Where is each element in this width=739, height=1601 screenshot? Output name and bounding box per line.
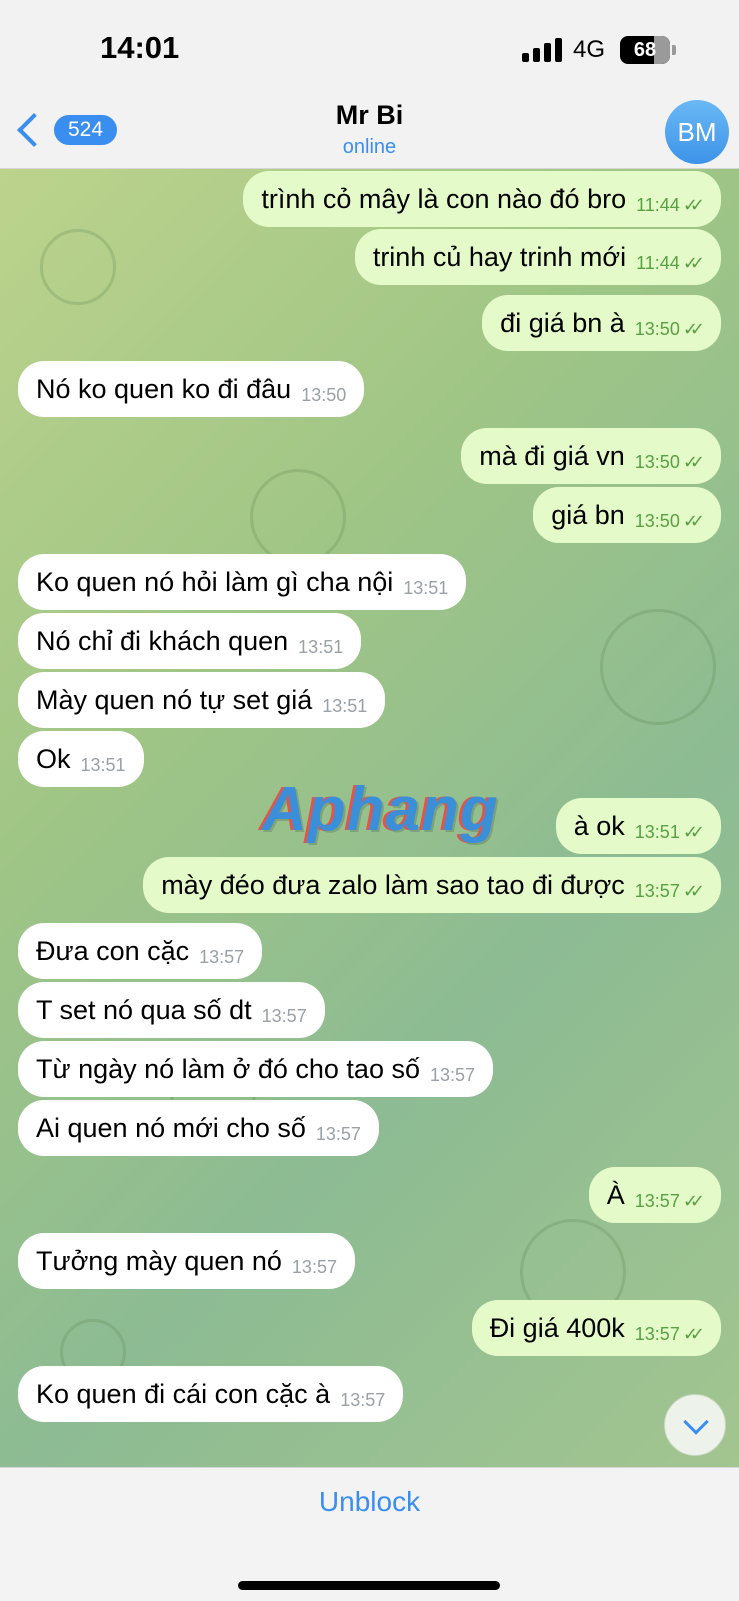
incoming-message[interactable]: Đưa con cặc 13:57 <box>18 923 263 979</box>
message-time: 13:51 <box>322 695 368 716</box>
message-time: 13:51 <box>298 636 344 657</box>
outgoing-message[interactable]: giá bn 13:50 ✓✓ <box>533 487 721 543</box>
chat-area[interactable]: Aphang trình cỏ mây là con nào đó bro 11:… <box>0 169 739 1467</box>
message-text: À <box>606 1179 625 1210</box>
message-time: 13:57 <box>199 946 245 967</box>
read-checkmarks-icon: ✓✓ <box>682 1323 705 1344</box>
read-checkmarks-icon: ✓✓ <box>682 194 705 215</box>
incoming-message[interactable]: Nó ko quen ko đi đâu 13:50 <box>18 361 365 417</box>
incoming-message[interactable]: Từ ngày nó làm ở đó cho tao số 13:57 <box>18 1041 494 1097</box>
outgoing-message[interactable]: trình cỏ mây là con nào đó bro 11:44 ✓✓ <box>243 171 721 227</box>
incoming-message[interactable]: Ai quen nó mới cho số 13:57 <box>18 1100 379 1156</box>
message-text: trình cỏ mây là con nào đó bro <box>261 183 627 214</box>
message-text: Từ ngày nó làm ở đó cho tao số <box>36 1053 420 1084</box>
read-checkmarks-icon: ✓✓ <box>682 821 705 842</box>
status-time: 14:01 <box>100 30 180 65</box>
battery-level: 68 <box>633 39 657 61</box>
read-checkmarks-icon: ✓✓ <box>682 451 705 472</box>
message-text: giá bn <box>551 499 625 530</box>
message-time: 13:57 <box>315 1123 361 1144</box>
read-checkmarks-icon: ✓✓ <box>682 880 705 901</box>
chat-title[interactable]: Mr Bi <box>0 100 739 131</box>
top-bar: 14:01 4G 68 524 Mr Bi online BM <box>0 0 739 169</box>
watermark-logo: Aphang <box>262 775 499 844</box>
message-text: Đi giá 400k <box>489 1312 625 1343</box>
message-time: 13:51 <box>403 577 449 598</box>
home-indicator <box>238 1581 500 1590</box>
read-checkmarks-icon: ✓✓ <box>682 1190 705 1211</box>
incoming-message[interactable]: Nó chỉ đi khách quen 13:51 <box>18 613 362 669</box>
incoming-message[interactable]: Ok 13:51 <box>18 731 144 787</box>
message-time: 13:57 <box>261 1005 307 1026</box>
incoming-message[interactable]: Mày quen nó tự set giá 13:51 <box>18 672 386 728</box>
incoming-message[interactable]: T set nó qua số dt 13:57 <box>18 982 325 1038</box>
read-checkmarks-icon: ✓✓ <box>682 510 705 531</box>
incoming-message[interactable]: Ko quen đi cái con cặc à 13:57 <box>18 1366 404 1422</box>
outgoing-message[interactable]: đi giá bn à 13:50 ✓✓ <box>482 295 721 351</box>
message-time: 13:51 <box>80 754 126 775</box>
message-text: Nó ko quen ko đi đâu <box>36 373 292 404</box>
message-text: mà đi giá vn <box>479 440 625 471</box>
outgoing-message[interactable]: à ok 13:51 ✓✓ <box>555 798 721 854</box>
message-time: 13:57 <box>291 1256 337 1277</box>
message-time: 13:57 <box>340 1389 386 1410</box>
background-doodle <box>40 229 116 305</box>
bottom-bar: Unblock <box>0 1467 739 1601</box>
message-text: đi giá bn à <box>500 307 625 338</box>
message-text: Đưa con cặc <box>36 935 190 966</box>
message-time: 13:50 <box>634 318 680 339</box>
message-time: 13:50 <box>301 384 347 405</box>
message-time: 13:51 <box>634 821 680 842</box>
chat-status: online <box>342 136 397 158</box>
message-time: 13:57 <box>634 1190 680 1211</box>
message-text: Mày quen nó tự set giá <box>36 684 313 715</box>
message-time: 11:44 <box>636 194 680 215</box>
message-time: 13:57 <box>634 1323 680 1344</box>
outgoing-message[interactable]: mày đéo đưa zalo làm sao tao đi được 13:5… <box>143 857 721 913</box>
outgoing-message[interactable]: mà đi giá vn 13:50 ✓✓ <box>461 428 721 484</box>
message-time: 13:50 <box>634 510 680 531</box>
background-doodle <box>600 609 716 725</box>
battery-icon: 68 <box>620 36 670 64</box>
message-text: Ai quen nó mới cho số <box>36 1112 306 1143</box>
outgoing-message[interactable]: trinh củ hay trinh mới 11:44 ✓✓ <box>354 229 721 285</box>
message-text: à ok <box>573 810 625 841</box>
incoming-message[interactable]: Tưởng mày quen nó 13:57 <box>18 1233 355 1289</box>
message-text: Nó chỉ đi khách quen <box>36 625 289 656</box>
message-text: Ko quen nó hỏi làm gì cha nội <box>36 566 394 597</box>
network-type: 4G <box>573 36 606 63</box>
message-time: 13:57 <box>634 880 680 901</box>
chevron-down-icon <box>683 1409 709 1435</box>
message-text: T set nó qua số dt <box>36 994 252 1025</box>
message-time: 13:57 <box>430 1064 476 1085</box>
outgoing-message[interactable]: Đi giá 400k 13:57 ✓✓ <box>471 1300 721 1356</box>
scroll-down-button[interactable] <box>664 1394 726 1456</box>
message-text: trinh củ hay trinh mới <box>372 241 627 272</box>
signal-icon <box>522 38 564 62</box>
message-text: mày đéo đưa zalo làm sao tao đi được <box>161 869 625 900</box>
battery-nub <box>672 45 676 55</box>
background-doodle <box>250 469 346 565</box>
message-text: Tưởng mày quen nó <box>36 1245 282 1276</box>
message-text: Ko quen đi cái con cặc à <box>36 1378 331 1409</box>
message-time: 13:50 <box>634 451 680 472</box>
message-time: 11:44 <box>636 252 680 273</box>
message-text: Ok <box>36 743 71 774</box>
avatar[interactable]: BM <box>665 100 729 164</box>
read-checkmarks-icon: ✓✓ <box>682 252 705 273</box>
read-checkmarks-icon: ✓✓ <box>682 318 705 339</box>
outgoing-message[interactable]: À 13:57 ✓✓ <box>588 1167 721 1223</box>
unblock-button[interactable]: Unblock <box>0 1486 739 1518</box>
incoming-message[interactable]: Ko quen nó hỏi làm gì cha nội 13:51 <box>18 554 467 610</box>
